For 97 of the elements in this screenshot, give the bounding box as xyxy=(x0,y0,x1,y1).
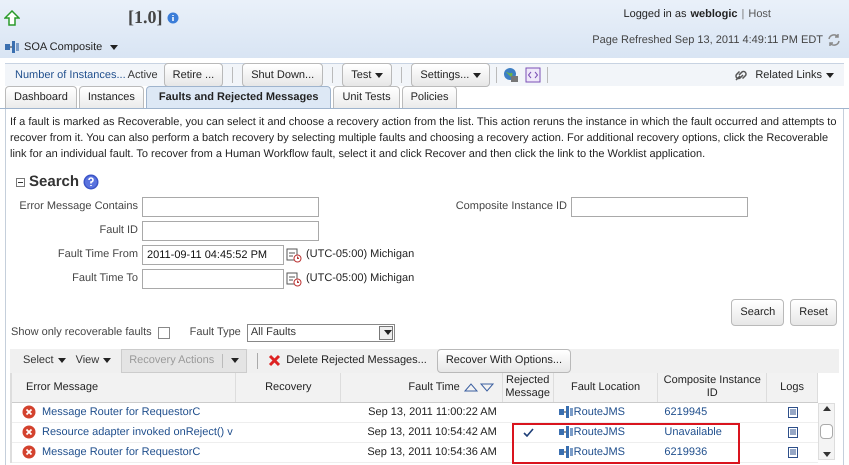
instance-id-link[interactable]: 6219945 xyxy=(664,406,708,418)
tab[interactable]: Dashboard xyxy=(5,86,77,108)
user-name: weblogic xyxy=(690,7,738,22)
up-arrow-icon[interactable] xyxy=(4,10,20,26)
delete-icon xyxy=(268,354,282,367)
tab[interactable]: Policies xyxy=(402,86,458,108)
separator: | xyxy=(742,7,744,22)
input-field[interactable] xyxy=(142,196,319,216)
search-title: Search xyxy=(29,172,80,192)
error-message-link[interactable]: Message Router for RequestorC xyxy=(42,404,200,420)
fault-location-link[interactable]: RouteJMS xyxy=(574,424,626,440)
field-label: Composite Instance ID xyxy=(454,199,568,214)
caret-icon xyxy=(826,72,834,78)
description-text: If a fault is marked as Recoverable, you can select it and choose a recovery action from the list. This action reruns the instance in which the fault occurred and attempts to recover from it. You can also perform a batch recovery by selecting multiple faults and choosing a recovery action. For additional recovery options, click the Recoverable link for an individual fault. To recover from a Human Workflow fault, select it and click Recover and then click the link to the Worklist application. xyxy=(10,115,838,162)
recoverable-label: Show only recoverable faults xyxy=(11,325,152,340)
code-icon[interactable] xyxy=(525,67,542,83)
instances-link[interactable]: Number of Instances... xyxy=(15,66,126,84)
caret-icon xyxy=(110,44,118,50)
composite-menu[interactable]: SOA Composite xyxy=(4,39,178,56)
tab[interactable]: Unit Tests xyxy=(333,86,400,108)
host-link[interactable]: Host xyxy=(748,6,771,22)
toolbar-button[interactable]: Test xyxy=(342,63,392,87)
tab[interactable]: Instances xyxy=(78,86,144,108)
table-row[interactable]: Message Router for RequestorC Sep 13, 2011 11:00:22 AM RouteJMS 6219945 xyxy=(12,402,818,422)
fault-location-link[interactable]: RouteJMS xyxy=(574,404,626,420)
input-field[interactable] xyxy=(571,196,748,216)
info-icon[interactable] xyxy=(166,12,178,24)
toolbar-button[interactable]: Retire ... xyxy=(164,63,224,87)
log-icon[interactable] xyxy=(788,406,798,418)
error-message-link[interactable]: Message Router for RequestorC xyxy=(42,444,200,460)
toolbar-button[interactable]: Recover With Options... xyxy=(436,348,572,372)
status-label: Active xyxy=(128,68,158,83)
caret-icon xyxy=(375,72,384,78)
globe-icon[interactable] xyxy=(503,67,520,83)
timezone-label: (UTC-05:00) Michigan xyxy=(306,247,414,262)
input-field[interactable] xyxy=(142,268,284,288)
fault-location-link[interactable]: RouteJMS xyxy=(574,444,626,460)
error-icon xyxy=(22,445,36,459)
input-field[interactable] xyxy=(142,220,319,240)
instance-id-link[interactable]: 6219936 xyxy=(664,446,708,458)
field-label: Error Message Contains xyxy=(18,199,139,214)
help-icon[interactable] xyxy=(83,174,100,190)
table-row[interactable]: Resource adapter invoked onReject() v Sep 13, 2011 10:54:42 AM RouteJMS Unavailable xyxy=(12,422,818,442)
composite-icon xyxy=(4,40,20,54)
scroll-down-icon[interactable] xyxy=(822,452,830,456)
fault-time-cell-text: Sep 13, 2011 11:00:22 AM xyxy=(367,404,498,420)
fault-time-cell-text: Sep 13, 2011 10:54:36 AM xyxy=(366,444,498,460)
field-label: Fault Time From xyxy=(56,247,139,262)
toolbar-button[interactable]: Shut Down... xyxy=(242,63,324,87)
refresh-time: Page Refreshed Sep 13, 2011 4:49:11 PM EDT xyxy=(592,32,823,48)
recoverable-checkbox[interactable] xyxy=(158,326,170,338)
calendar-icon[interactable] xyxy=(286,270,302,286)
composite-icon xyxy=(558,425,574,439)
column-header[interactable]: Fault Location xyxy=(554,372,658,402)
tab[interactable]: Faults and Rejected Messages xyxy=(146,86,332,108)
field-label: Fault ID xyxy=(98,223,139,238)
version-label: [1.0] xyxy=(128,6,162,29)
caret-icon xyxy=(231,358,240,363)
refresh-icon[interactable] xyxy=(827,32,841,47)
calendar-icon[interactable] xyxy=(286,246,302,262)
toolbar-button[interactable]: Settings... xyxy=(411,63,490,87)
fault-type-label: Fault Type xyxy=(190,325,241,340)
search-form-button[interactable]: Search xyxy=(731,298,784,326)
error-icon xyxy=(22,405,36,419)
select-menu[interactable]: Select xyxy=(23,352,66,369)
error-message-link[interactable]: Resource adapter invoked onReject() v xyxy=(42,424,233,440)
column-header[interactable]: Fault Time xyxy=(341,372,503,402)
timezone-label: (UTC-05:00) Michigan xyxy=(306,271,414,286)
field-label: Fault Time To xyxy=(71,271,139,286)
related-links-menu[interactable]: Related Links xyxy=(755,66,834,84)
column-header[interactable]: Composite Instance ID xyxy=(658,372,768,402)
input-field[interactable]: 2011-09-11 04:45:52 PM xyxy=(142,244,284,264)
table-row[interactable]: Message Router for RequestorC Sep 13, 2011 10:54:36 AM RouteJMS 6219936 xyxy=(12,442,818,462)
delete-rejected-button[interactable]: Delete Rejected Messages... xyxy=(268,352,427,369)
column-header[interactable]: Rejected Message xyxy=(502,372,554,402)
log-icon[interactable] xyxy=(788,446,798,458)
view-menu[interactable]: View xyxy=(76,352,112,369)
fault-time-cell-text: Sep 13, 2011 10:54:42 AM xyxy=(366,424,498,440)
caret-icon xyxy=(103,358,112,363)
column-header[interactable]: Logs xyxy=(767,372,818,402)
column-header[interactable]: Error Message xyxy=(12,372,236,402)
scrollbar[interactable] xyxy=(818,402,835,460)
fault-type-dropdown[interactable]: All Faults xyxy=(246,324,395,342)
composite-icon xyxy=(558,445,574,459)
instance-id-link[interactable]: Unavailable xyxy=(664,426,722,438)
scroll-up-icon[interactable] xyxy=(822,406,830,410)
sort-icon[interactable] xyxy=(464,382,494,392)
caret-icon xyxy=(384,330,392,335)
caret-icon xyxy=(473,72,482,78)
error-icon xyxy=(22,425,36,439)
column-header[interactable]: Recovery xyxy=(236,372,342,402)
log-icon[interactable] xyxy=(788,426,798,438)
search-form-button[interactable]: Reset xyxy=(790,298,837,326)
composite-icon xyxy=(558,405,574,419)
caret-icon xyxy=(58,358,66,363)
collapse-toggle[interactable] xyxy=(16,178,25,187)
logged-in-label: Logged in as xyxy=(623,7,686,22)
